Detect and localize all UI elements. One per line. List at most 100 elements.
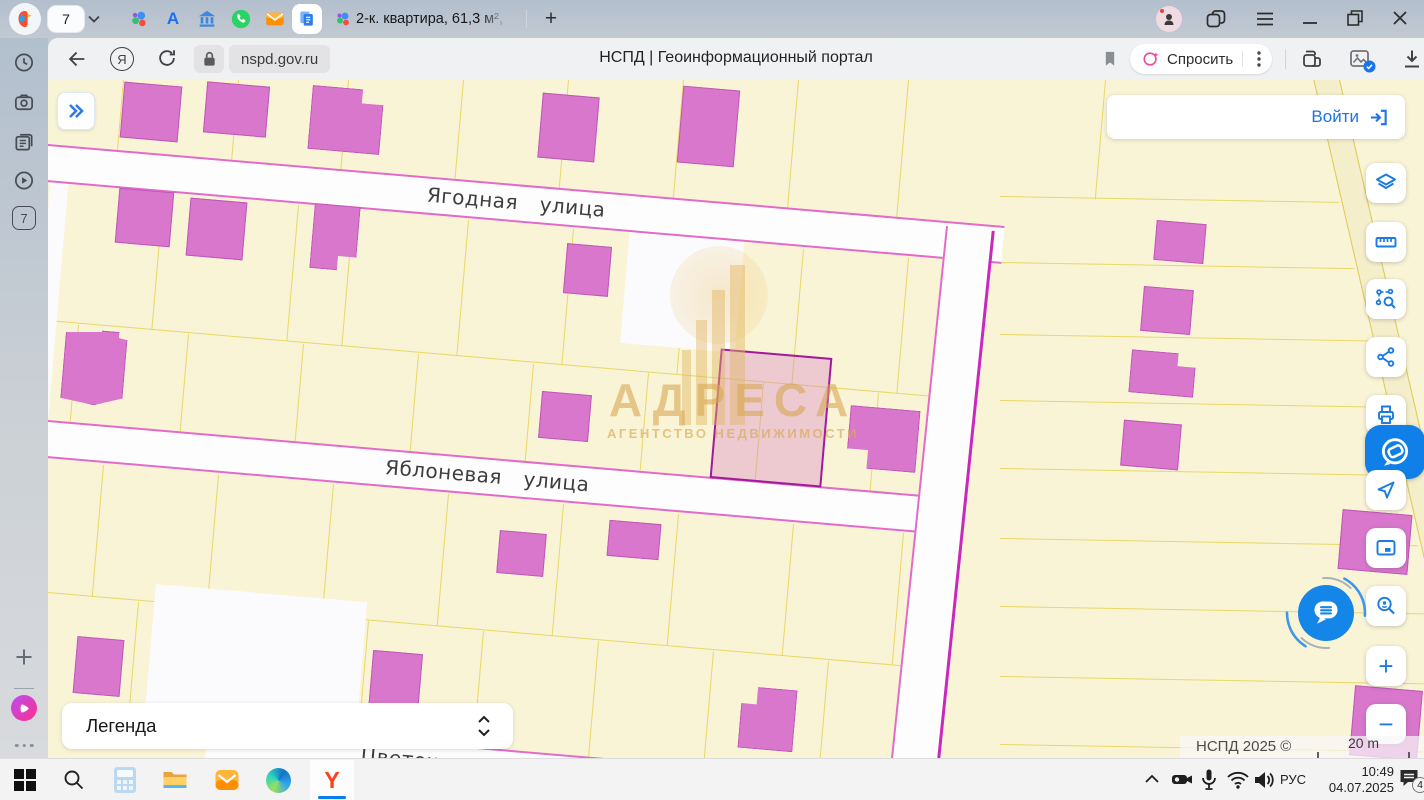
search-by-location-button[interactable] — [1366, 586, 1406, 626]
notification-count-badge: 4 — [1412, 777, 1424, 793]
profile-avatar[interactable] — [1156, 6, 1182, 32]
close-button[interactable] — [1392, 10, 1408, 26]
taskbar-calculator-icon[interactable] — [112, 766, 138, 794]
ask-divider — [1242, 51, 1243, 67]
zoom-in-button[interactable]: + — [1366, 646, 1406, 686]
restore-button[interactable] — [1346, 9, 1364, 27]
parcel-boundary-line — [322, 484, 335, 616]
tab-count: 7 — [62, 11, 70, 27]
refresh-button[interactable] — [156, 47, 178, 69]
tray-volume-icon[interactable] — [1252, 769, 1276, 791]
chat-button[interactable] — [1298, 585, 1354, 641]
layers-button[interactable] — [1366, 163, 1406, 203]
parcel-boundary-line — [524, 364, 534, 468]
double-chevron-right-icon — [65, 100, 87, 122]
parcel-boundary-line — [818, 661, 829, 758]
building-footprint — [1153, 220, 1206, 264]
ask-ai-button[interactable]: Спросить — [1130, 44, 1272, 74]
pinned-tab-bank-icon[interactable] — [194, 6, 220, 32]
yandex-browser-glyph: Y — [324, 767, 339, 794]
building-footprint — [607, 520, 662, 560]
screenshot-icon[interactable] — [13, 91, 36, 114]
building-footprint — [677, 86, 740, 168]
taskbar-yandex-browser-active[interactable]: Y — [310, 760, 354, 800]
yandex-search-icon[interactable]: Я — [110, 47, 134, 71]
building-footprint — [537, 93, 599, 163]
browser-tab-bar: 7 A 2-к. квартира, 61,3 м², 4/1 + — [0, 0, 1424, 38]
locate-button[interactable] — [1366, 470, 1406, 510]
tray-notifications-icon[interactable]: 4 — [1398, 768, 1420, 788]
pinned-tab-docs-active[interactable] — [292, 4, 322, 34]
overview-map-icon — [1374, 536, 1398, 560]
parcel-boundary-line — [588, 641, 599, 758]
tray-microphone-icon[interactable] — [1200, 768, 1218, 792]
active-tab-title[interactable]: 2-к. квартира, 61,3 м², 4/1 — [356, 11, 508, 27]
minimize-button[interactable] — [1302, 12, 1318, 26]
bookmark-icon[interactable] — [1100, 48, 1120, 70]
taskbar-explorer-icon[interactable] — [162, 768, 188, 792]
chat-widget[interactable] — [1282, 569, 1370, 657]
downloads-icon[interactable] — [1400, 47, 1424, 71]
site-security-badge[interactable] — [194, 45, 224, 73]
back-button[interactable] — [66, 48, 88, 70]
tray-webcam-icon[interactable] — [1170, 770, 1194, 790]
parcel-boundary-line — [207, 475, 220, 607]
tray-clock[interactable]: 10:49 04.07.2025 — [1306, 764, 1394, 796]
overview-map-button[interactable] — [1366, 528, 1406, 568]
parcel-boundary-line — [1095, 80, 1107, 200]
page-title: НСПД | Геоинформационный портал — [599, 49, 873, 67]
history-icon[interactable] — [13, 51, 36, 74]
tabs-dropdown-icon[interactable] — [88, 15, 100, 23]
pinned-a-glyph: A — [167, 9, 179, 29]
collections-icon[interactable] — [1300, 47, 1324, 71]
legend-panel[interactable]: Легенда — [62, 703, 513, 749]
parcel-boundary-line — [782, 524, 795, 656]
scale-label: 20 m — [1317, 735, 1410, 751]
pinned-tab-whatsapp-icon[interactable] — [228, 6, 254, 32]
tab-panels-icon[interactable] — [1206, 10, 1226, 28]
alice-assistant-icon[interactable] — [11, 695, 37, 721]
street-label: Ягодная улица — [426, 183, 606, 222]
building-footprint — [309, 203, 360, 272]
ask-label: Спросить — [1167, 51, 1233, 68]
pinned-tab-a-icon[interactable]: A — [160, 6, 186, 32]
browser-logo-icon[interactable] — [9, 3, 41, 35]
parcel-boundary-line — [1000, 334, 1371, 342]
share-button[interactable] — [1366, 337, 1406, 377]
map-canvas[interactable]: Ягодная улица Яблоневая улица Цветочная … — [48, 80, 1424, 758]
new-tab-button[interactable]: + — [538, 6, 564, 32]
tray-language[interactable]: РУС — [1280, 772, 1306, 787]
collapse-chevrons-icon[interactable] — [477, 715, 491, 737]
login-button[interactable]: Войти — [1107, 95, 1405, 139]
active-tab-favicon — [330, 6, 356, 32]
pinned-tab-mail-icon[interactable] — [262, 6, 288, 32]
parcel-boundary-line — [667, 514, 680, 646]
ask-more-icon[interactable] — [1252, 50, 1266, 68]
taskbar-mail-icon[interactable] — [214, 768, 240, 792]
scale-bar-line — [1317, 751, 1410, 758]
screenshot-tool-icon[interactable] — [1348, 47, 1372, 71]
building-footprint — [203, 81, 270, 137]
tray-expand-icon[interactable] — [1144, 774, 1160, 784]
taskbar-edge-icon[interactable] — [266, 768, 291, 793]
menu-icon[interactable] — [1256, 12, 1274, 26]
start-button[interactable] — [14, 769, 36, 791]
tab-divider — [526, 10, 527, 28]
expand-sidebar-button[interactable] — [57, 92, 95, 130]
add-panel-icon[interactable] — [13, 646, 35, 668]
object-search-button[interactable] — [1366, 279, 1406, 319]
sidebar-more-icon[interactable] — [13, 734, 36, 752]
pinned-tab-services-icon[interactable] — [126, 6, 152, 32]
measure-button[interactable] — [1366, 222, 1406, 262]
parcel-boundary-line — [896, 80, 909, 220]
articles-icon[interactable] — [13, 130, 36, 153]
ruler-icon — [1374, 230, 1398, 254]
area-search-icon — [1374, 287, 1398, 311]
video-icon[interactable] — [13, 169, 36, 192]
parcel-boundary-line — [437, 494, 450, 626]
tray-wifi-icon[interactable] — [1226, 770, 1250, 790]
taskbar-search-icon[interactable] — [62, 768, 86, 792]
tabs-badge[interactable]: 7 — [12, 206, 36, 230]
url-field[interactable]: nspd.gov.ru — [229, 45, 330, 73]
tab-counter-button[interactable]: 7 — [48, 6, 84, 32]
